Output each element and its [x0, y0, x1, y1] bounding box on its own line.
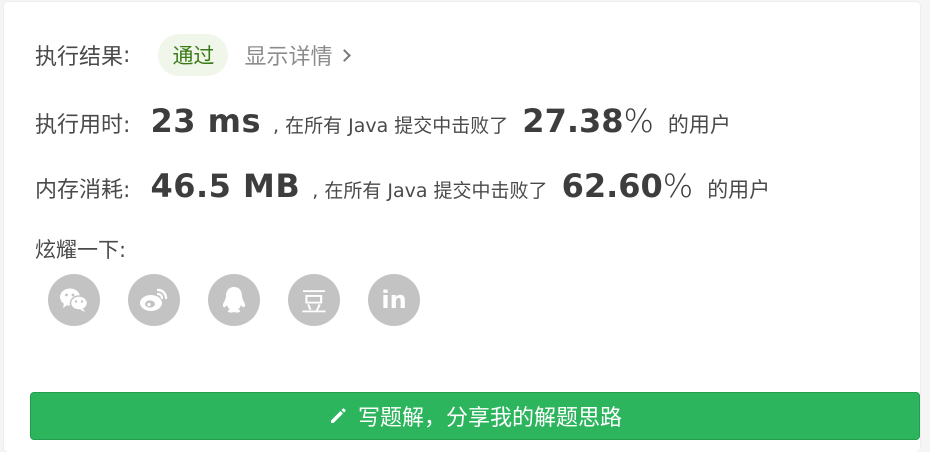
memory-value: 46.5 MB [150, 167, 301, 205]
runtime-colon: : [123, 113, 131, 138]
wechat-icon [60, 288, 89, 312]
result-row: 执行结果 : 通过 显示详情 [35, 34, 352, 76]
runtime-beat-text: , 在所有 Java 提交中击败了 [273, 115, 509, 137]
douban-icon: 豆 [300, 287, 327, 318]
memory-percent-sign: % [662, 167, 694, 205]
memory-row: 内存消耗 : 46.5 MB , 在所有 Java 提交中击败了 62.60% … [35, 167, 770, 205]
runtime-row: 执行用时 : 23 ms , 在所有 Java 提交中击败了 27.38% 的用… [35, 102, 731, 140]
share-douban-button[interactable]: 豆 [288, 274, 340, 326]
qq-icon [222, 287, 246, 313]
share-weibo-button[interactable] [128, 274, 180, 326]
runtime-value: 23 ms [150, 102, 261, 140]
write-solution-button[interactable]: 写题解，分享我的解题思路 [30, 392, 920, 440]
show-details-link[interactable]: 显示详情 [244, 39, 352, 71]
runtime-percent-sign: % [623, 102, 654, 140]
share-wechat-button[interactable] [48, 274, 100, 326]
runtime-percent-number: 27.38 [522, 102, 624, 140]
result-colon: : [123, 42, 131, 68]
show-details-label: 显示详情 [244, 45, 333, 70]
share-buttons: 豆 in [48, 274, 420, 326]
memory-tail-text: 的用户 [707, 178, 771, 202]
share-linkedin-button[interactable]: in [368, 274, 420, 326]
write-solution-label: 写题解，分享我的解题思路 [357, 406, 622, 431]
submission-result-card: 执行结果 : 通过 显示详情 执行用时 : 23 ms , 在所有 Java 提… [4, 2, 920, 452]
runtime-percentile: 27.38% [522, 102, 654, 140]
pencil-icon [328, 406, 348, 426]
memory-colon: : [123, 178, 131, 203]
weibo-icon [140, 288, 168, 311]
result-label: 执行结果 [35, 45, 124, 70]
status-badge: 通过 [158, 34, 229, 76]
runtime-label: 执行用时 [35, 113, 124, 138]
memory-label: 内存消耗 [35, 178, 124, 203]
memory-beat-text: , 在所有 Java 提交中击败了 [312, 180, 548, 202]
memory-percent-number: 62.60 [561, 167, 663, 205]
memory-percentile: 62.60% [562, 167, 694, 205]
share-qq-button[interactable] [208, 274, 260, 326]
runtime-tail-text: 的用户 [667, 113, 731, 137]
chevron-right-icon [338, 49, 352, 62]
linkedin-icon: in [381, 286, 407, 314]
share-label: 炫耀一下: [35, 238, 127, 262]
